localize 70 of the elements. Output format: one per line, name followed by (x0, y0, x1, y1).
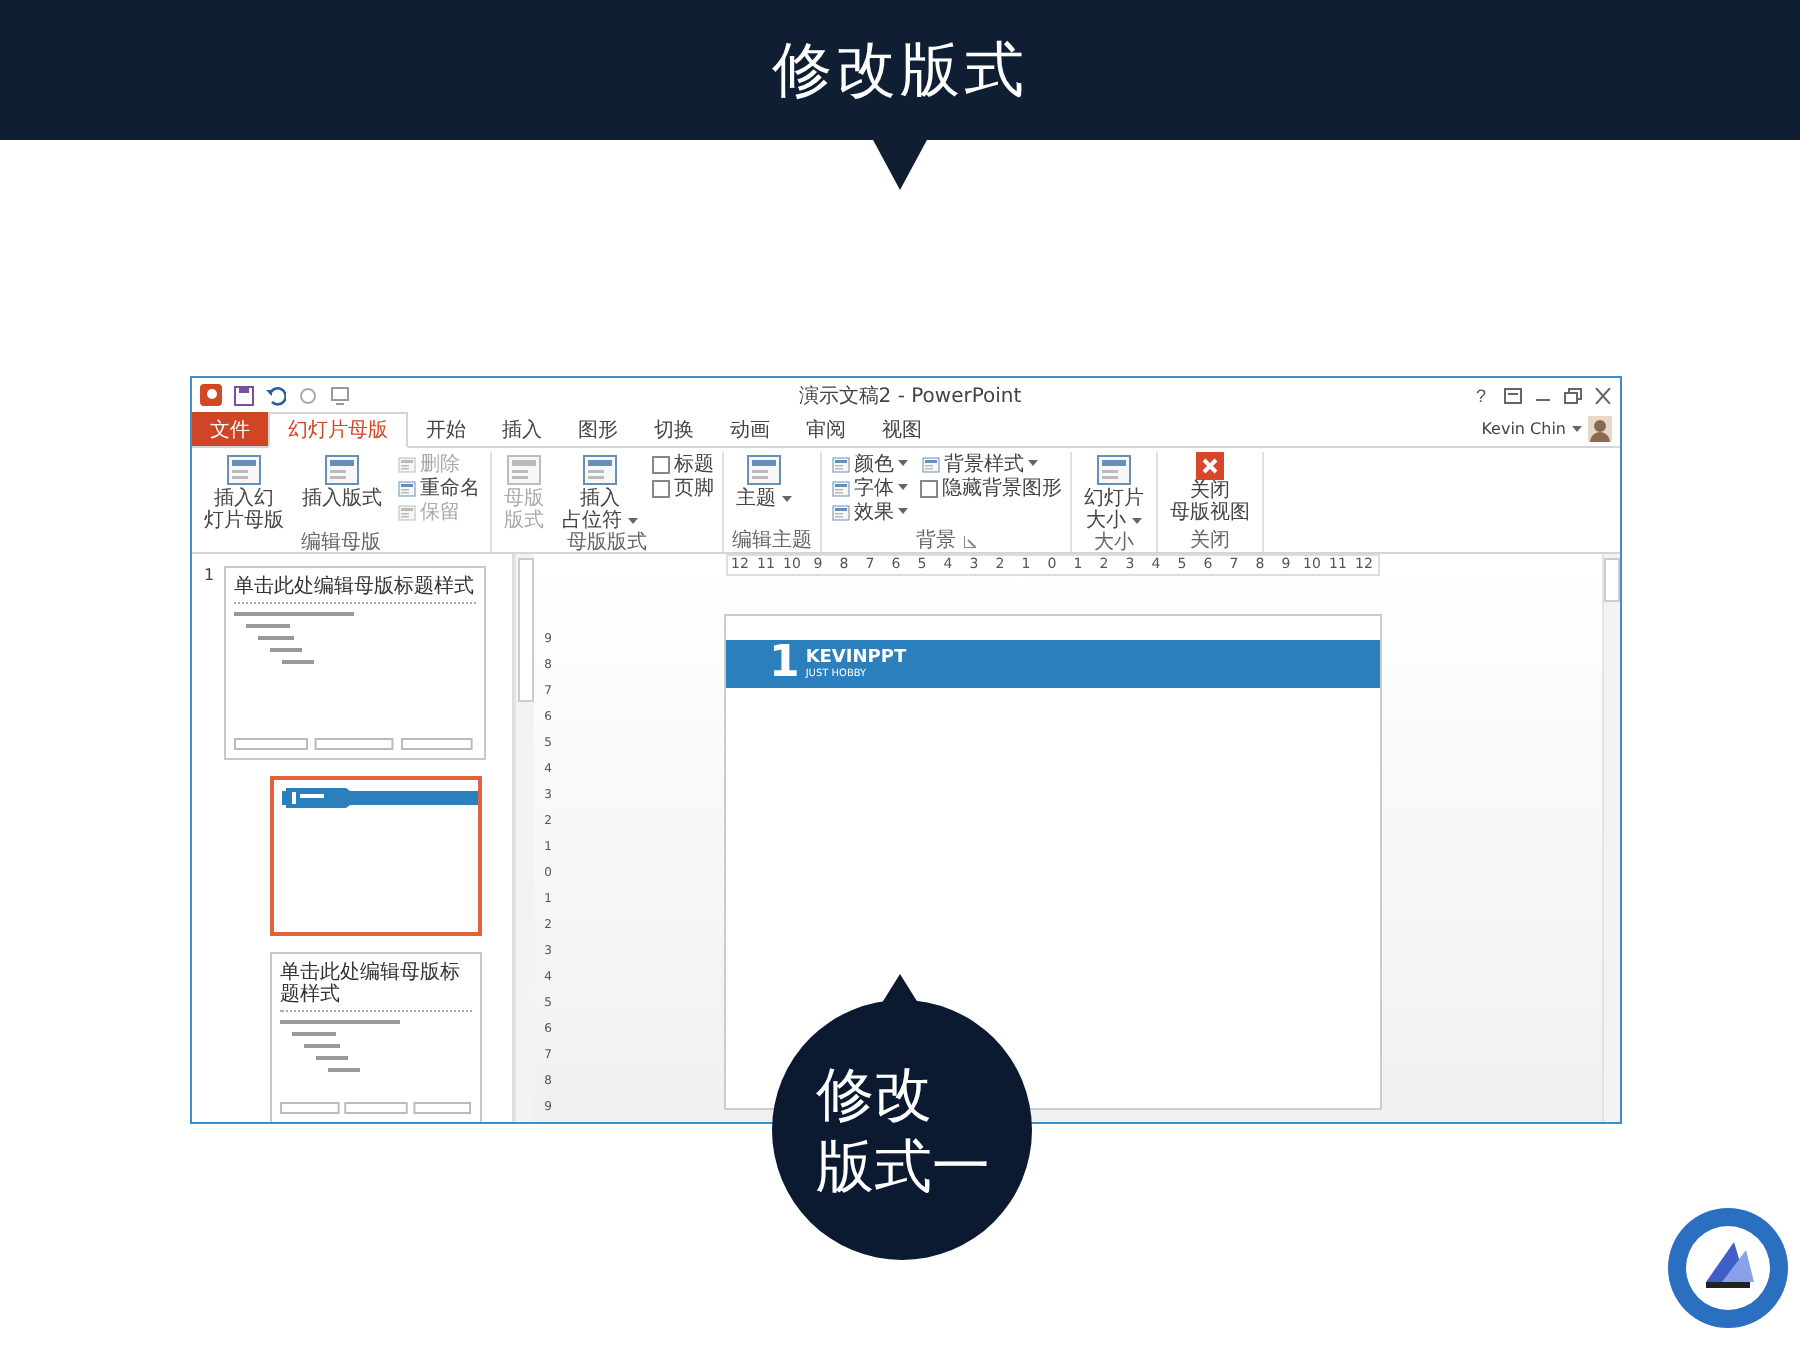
checkbox[interactable] (652, 455, 671, 473)
ribbon-options-icon[interactable] (1504, 387, 1522, 403)
caret-icon (1572, 425, 1582, 433)
page-icon (398, 455, 416, 473)
page-icon (832, 503, 851, 521)
page-icon (832, 479, 851, 497)
help-button[interactable]: ? (1469, 385, 1492, 405)
page-icon (506, 452, 542, 488)
page-icon (226, 452, 262, 488)
logo-text: KEVINPPT (805, 648, 907, 668)
user-name[interactable]: Kevin Chin (1481, 420, 1566, 438)
group-label: 母版版式 (567, 532, 648, 554)
app-icon[interactable] (200, 384, 222, 406)
checkbox-label: 隐藏背景图形 (942, 475, 1063, 502)
close-icon[interactable] (1594, 387, 1612, 403)
ribbon-button[interactable]: 插入 占位符 (558, 452, 643, 532)
page-icon (1096, 452, 1133, 488)
group-label: 编辑主题 (732, 530, 813, 552)
ribbon-button[interactable]: 插入幻 灯片母版 (200, 452, 288, 532)
slide-thumbnail[interactable]: 单击此处编辑母版标题样式 (270, 952, 482, 1122)
close-icon (1196, 452, 1225, 480)
caret-icon (898, 484, 909, 492)
logo-numeral: 1 (769, 642, 800, 686)
caret-icon (782, 496, 793, 504)
school-emblem-drawing (1666, 1206, 1790, 1330)
ribbon-button[interactable]: 重命名 (396, 476, 482, 500)
caret-icon (898, 460, 909, 468)
callout-text: 修改 (816, 1058, 934, 1130)
undo-icon[interactable] (266, 385, 286, 405)
ribbon-button[interactable]: 效果 (830, 500, 911, 524)
checkbox[interactable] (652, 479, 671, 497)
ribbon-tab[interactable]: 文件 (192, 412, 268, 446)
page-icon (398, 479, 416, 497)
checkbox[interactable] (920, 479, 939, 497)
page-icon (832, 455, 851, 473)
slide-thumbnail[interactable]: 单击此处编辑母版标题样式 (224, 566, 487, 760)
page-icon (922, 455, 941, 473)
page-icon (582, 452, 619, 488)
caret-icon (1132, 518, 1143, 526)
group-label: 关闭 (1190, 530, 1231, 552)
checkbox-label: 页脚 (674, 475, 715, 502)
caret-icon (628, 518, 639, 526)
ribbon-tab[interactable]: 幻灯片母版 (268, 412, 408, 448)
avatar-icon (1588, 416, 1612, 442)
restore-icon[interactable] (1564, 387, 1582, 403)
slide-number: 1 (204, 566, 215, 588)
page-icon (746, 452, 783, 488)
slide-thumbnail[interactable] (270, 776, 482, 936)
page-icon (324, 452, 360, 488)
ribbon-button[interactable]: 主题 (732, 452, 797, 510)
ribbon-button[interactable]: 颜色 (830, 452, 911, 476)
caret-icon (1028, 460, 1039, 468)
save-icon[interactable] (234, 385, 254, 405)
callout-text: 版式一 (816, 1130, 992, 1202)
ribbon-button[interactable]: 插入版式 (298, 452, 386, 510)
thumbnail-title: 单击此处编辑母版标题样式 (280, 962, 472, 1012)
page-icon (398, 503, 416, 521)
slide-title: 修改版式 (772, 33, 1028, 109)
checkbox-label: 标题 (674, 451, 715, 477)
caret-icon (898, 508, 909, 516)
group-label: 背景 (916, 530, 957, 552)
window-title: 演示文稿2 - PowerPoint (796, 383, 1024, 409)
ribbon-button[interactable]: 字体 (830, 476, 911, 500)
launcher-icon[interactable] (964, 535, 977, 547)
group-label: 编辑母版 (301, 532, 381, 554)
ribbon-button[interactable]: 关闭 母版视图 (1166, 452, 1255, 524)
ribbon-button[interactable]: 背景样式 (920, 452, 1063, 476)
ribbon-button[interactable]: 幻灯片 大小 (1080, 452, 1149, 532)
thumbnail-title: 单击此处编辑母版标题样式 (234, 576, 477, 604)
group-label: 大小 (1094, 532, 1135, 554)
